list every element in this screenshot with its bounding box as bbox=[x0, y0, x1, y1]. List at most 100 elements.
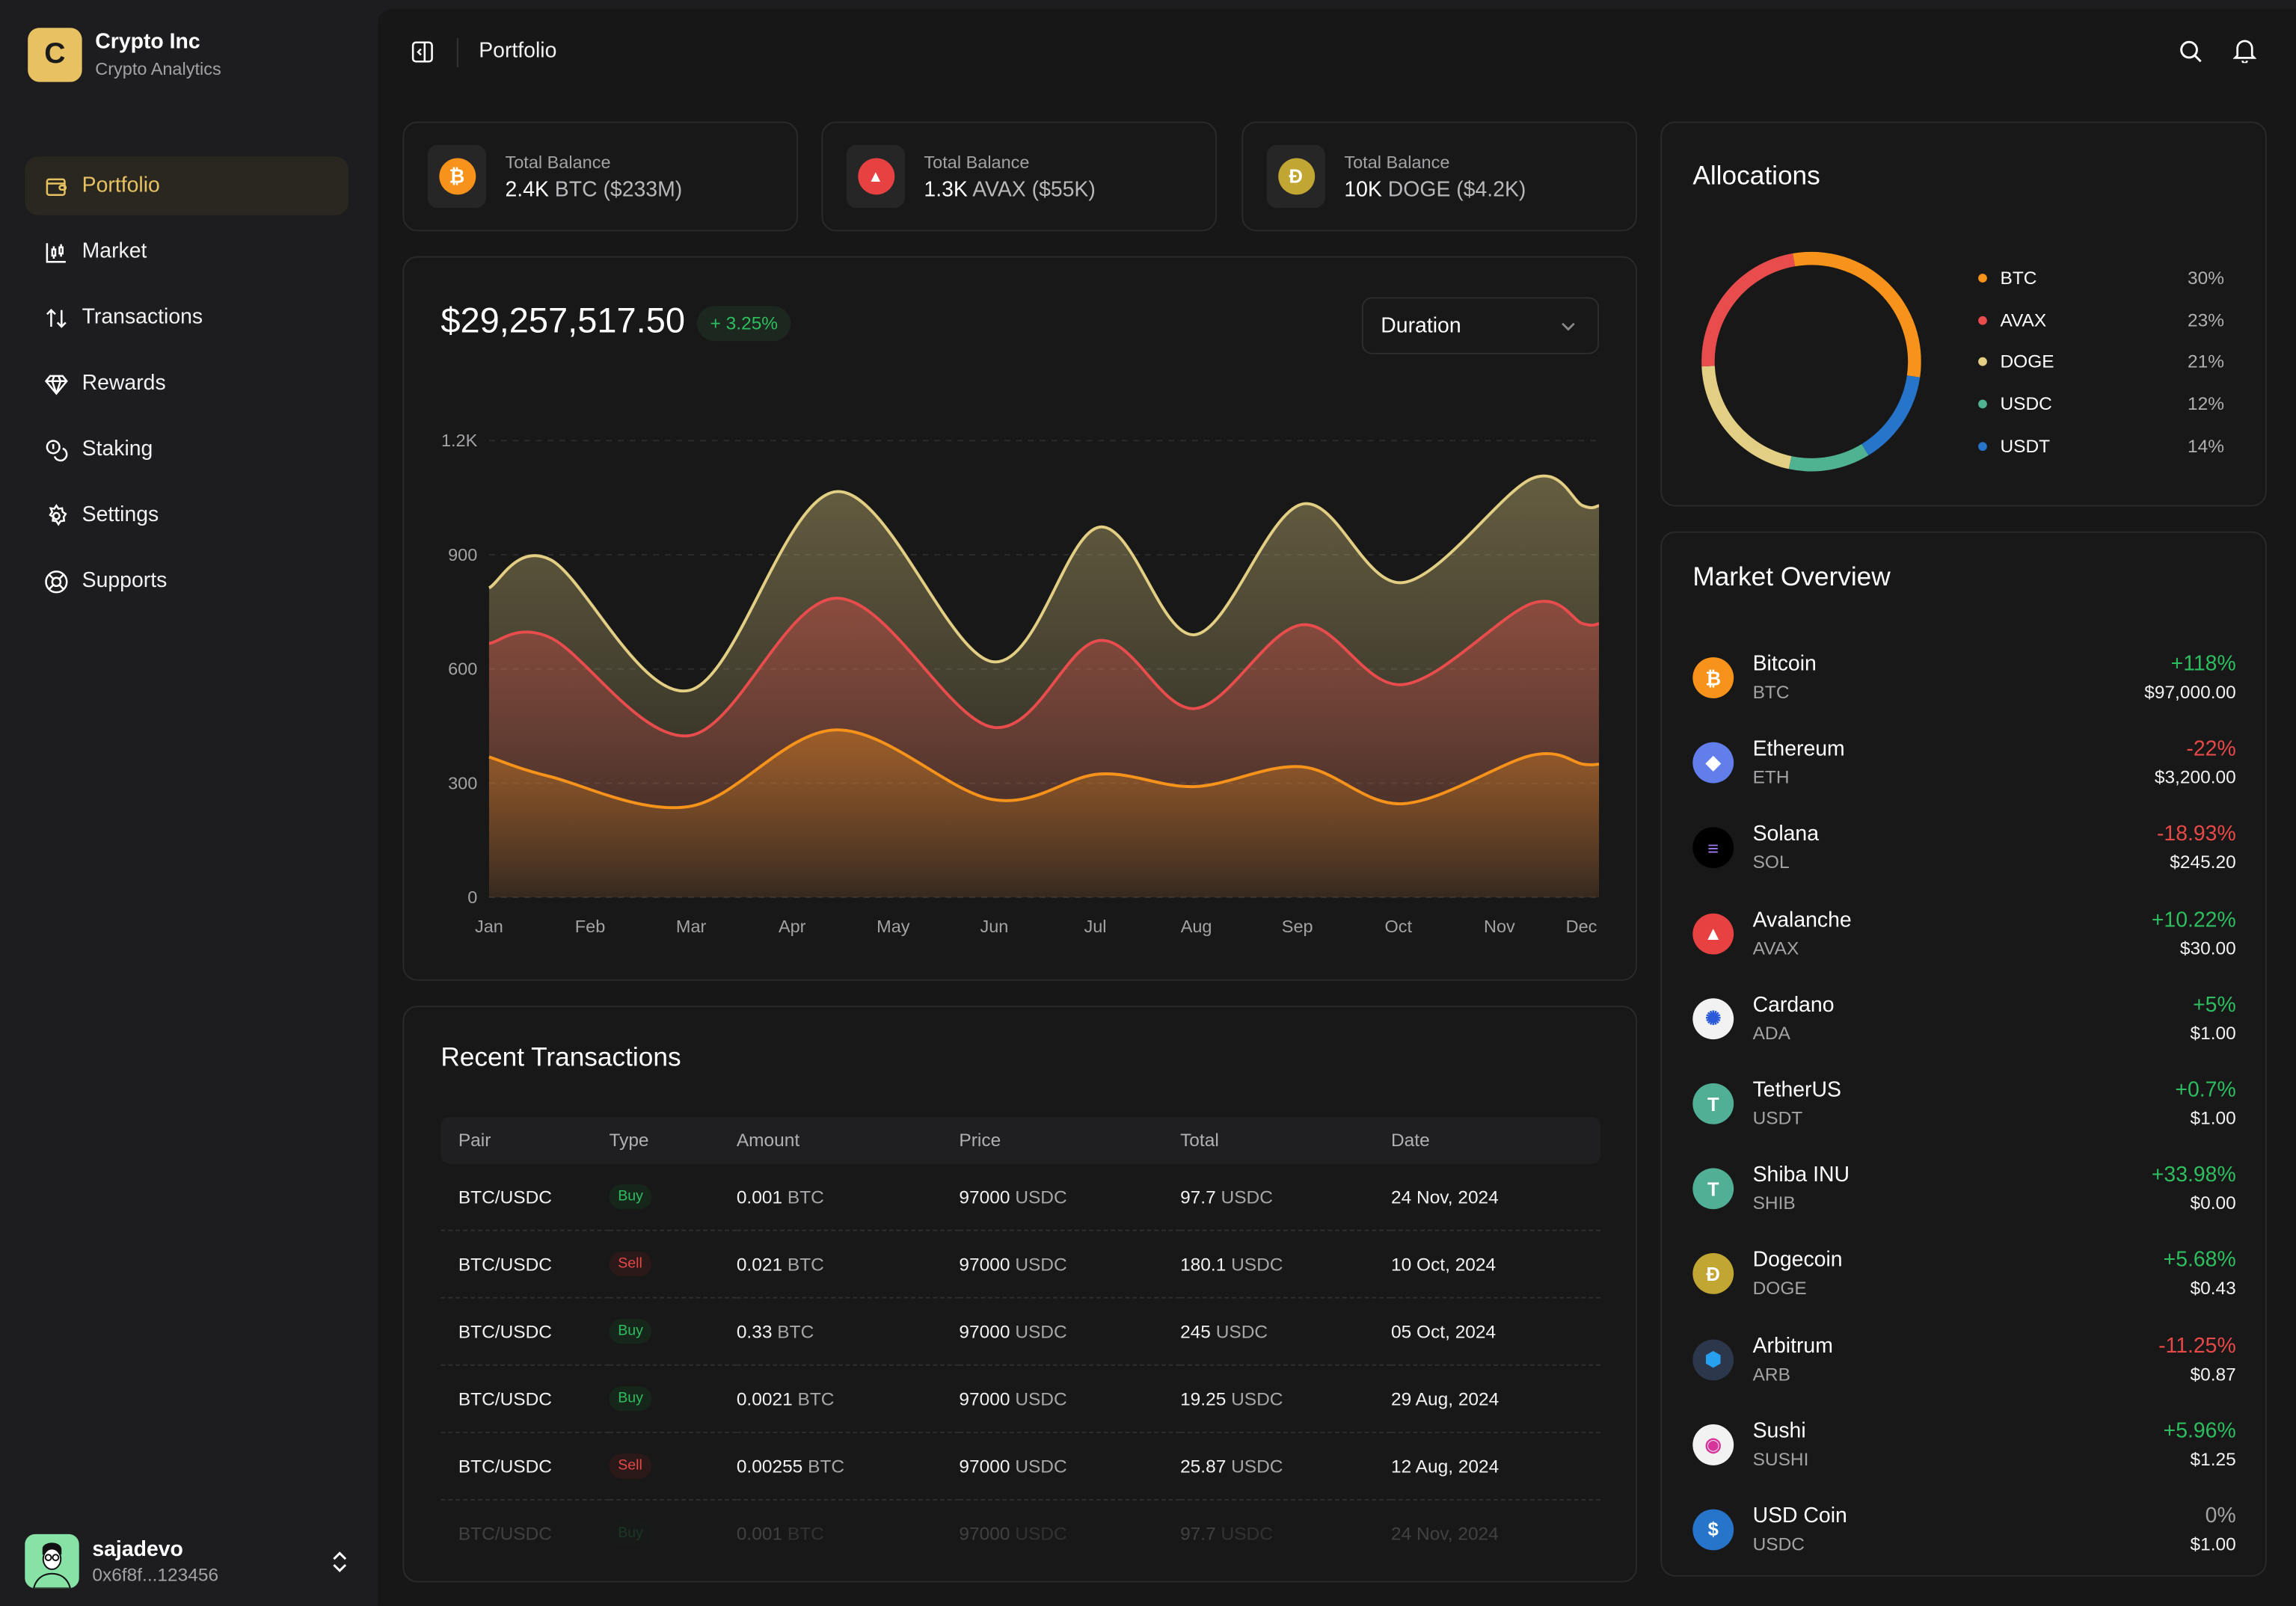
date-cell: 24 Nov, 2024 bbox=[1391, 1163, 1600, 1231]
total-cell: 180.1 USDC bbox=[1180, 1230, 1392, 1299]
portfolio-area-chart: 0 300 600 900 1.2K Jan Feb Mar Apr May Jun Jul Aug Se… bbox=[441, 431, 1600, 936]
market-list-item[interactable]: ▲ Avalanche AVAX +10.22% $30.00 bbox=[1692, 891, 2236, 976]
market-list-item[interactable]: ⬢ Arbitrum ARB -11.25% $0.87 bbox=[1692, 1317, 2236, 1402]
coin-change: -18.93% bbox=[2156, 823, 2236, 847]
table-row[interactable]: BTC/USDC Sell 0.021 BTC 97000 USDC 180.1 USD… bbox=[441, 1230, 1600, 1299]
sidebar-toggle-icon[interactable] bbox=[411, 41, 433, 63]
y-tick-label: 1.2K bbox=[441, 431, 478, 450]
chevron-down-icon bbox=[1562, 322, 1575, 331]
column-header[interactable]: Price bbox=[959, 1117, 1180, 1164]
amount-value: 0.00255 bbox=[736, 1456, 803, 1477]
market-list-item[interactable]: $ USD Coin USDC 0% $1.00 bbox=[1692, 1487, 2236, 1572]
balance-amount: 2.4K bbox=[505, 177, 549, 202]
amount-unit: BTC bbox=[808, 1456, 845, 1477]
table-row[interactable]: BTC/USDC Sell 0.00255 BTC 97000 USDC 25.87 U… bbox=[441, 1432, 1600, 1501]
sidebar-item-supports[interactable]: Supports bbox=[25, 552, 349, 610]
user-menu[interactable]: sajadevo 0x6f8f...123456 bbox=[25, 1533, 350, 1589]
coin-names: Cardano ADA bbox=[1753, 994, 1835, 1044]
portfolio-change-badge: + 3.25% bbox=[696, 306, 791, 342]
market-list-item[interactable]: ₿ Bitcoin BTC +118% $97,000.00 bbox=[1692, 636, 2236, 721]
balance-unit: BTC ($233M) bbox=[554, 177, 683, 202]
coin-name: USD Coin bbox=[1752, 1504, 1847, 1528]
donut-slice-usdc[interactable] bbox=[1788, 443, 1869, 472]
date: 05 Oct, 2024 bbox=[1391, 1321, 1497, 1342]
sidebar-item-market[interactable]: Market bbox=[25, 223, 349, 281]
amount-value: 0.001 bbox=[736, 1186, 783, 1207]
table-row[interactable]: BTC/USDC Buy 0.0021 BTC 97000 USDC 19.25 USD… bbox=[441, 1365, 1600, 1433]
amount-value: 0.0021 bbox=[736, 1388, 793, 1409]
search-icon[interactable] bbox=[2179, 40, 2202, 63]
price-cell: 97000 USDC bbox=[959, 1297, 1181, 1366]
coin-price: $1.25 bbox=[2190, 1448, 2236, 1470]
coin-symbol: ETH bbox=[1752, 767, 1790, 788]
coin-name: Sushi bbox=[1752, 1419, 1806, 1444]
pair: BTC/USDC bbox=[458, 1523, 552, 1544]
market-list-item[interactable]: T Shiba INU SHIB +33.98% $0.00 bbox=[1692, 1146, 2236, 1231]
coin-names: TetherUS USDT bbox=[1753, 1079, 1841, 1129]
price-unit: USDC bbox=[1015, 1456, 1067, 1477]
market-list-item[interactable]: ✺ Cardano ADA +5% $1.00 bbox=[1692, 976, 2236, 1061]
duration-select[interactable]: Duration bbox=[1361, 297, 1600, 354]
legend-item: BTC 30% bbox=[1978, 258, 2224, 300]
coin-price: $0.87 bbox=[2190, 1363, 2236, 1385]
column-header[interactable]: Amount bbox=[737, 1117, 960, 1164]
amount-unit: BTC bbox=[787, 1253, 824, 1275]
sidebar: C Crypto Inc Crypto Analytics Portfolio … bbox=[0, 0, 378, 1606]
column-header[interactable]: Pair bbox=[441, 1117, 609, 1164]
table-row[interactable]: BTC/USDC Buy 0.001 BTC 97000 USDC 97.7 USDC 2… bbox=[441, 1500, 1600, 1566]
donut-slice-avax[interactable] bbox=[1701, 253, 1796, 367]
total-value: 245 bbox=[1180, 1321, 1211, 1342]
market-list-item[interactable]: Ð Dogecoin DOGE +5.68% $0.43 bbox=[1692, 1231, 2236, 1317]
amount-cell: 0.0021 BTC bbox=[736, 1365, 960, 1433]
coin-change: +10.22% bbox=[2151, 908, 2236, 932]
coin-names: Sushi SUSHI bbox=[1753, 1420, 1809, 1470]
divider bbox=[456, 37, 458, 68]
chevrons-up-down-icon[interactable] bbox=[330, 1549, 350, 1572]
column-header[interactable]: Type bbox=[609, 1117, 736, 1164]
usdt-coin-icon: T bbox=[1692, 1083, 1734, 1124]
table-row[interactable]: BTC/USDC Buy 0.33 BTC 97000 USDC 245 USDC 05 … bbox=[441, 1297, 1600, 1366]
total-value: 97.7 bbox=[1180, 1523, 1216, 1544]
price-cell: 97000 USDC bbox=[959, 1500, 1180, 1566]
coin-stats: +118% $97,000.00 bbox=[2144, 653, 2235, 703]
sidebar-item-transactions[interactable]: Transactions bbox=[25, 289, 349, 347]
amount-cell: 0.001 BTC bbox=[737, 1500, 960, 1566]
coins-icon bbox=[46, 439, 68, 461]
market-list-item[interactable]: ≡ Solana SOL -18.93% $245.20 bbox=[1692, 806, 2236, 891]
x-tick-label: May bbox=[877, 917, 910, 936]
market-list-item[interactable]: T TetherUS USDT +0.7% $1.00 bbox=[1692, 1061, 2236, 1146]
sidebar-item-portfolio[interactable]: Portfolio bbox=[25, 156, 349, 215]
balance-label: Total Balance bbox=[505, 151, 611, 173]
donut-slice-usdt[interactable] bbox=[1861, 375, 1921, 456]
coin-name: Ethereum bbox=[1752, 738, 1845, 762]
coin-stats: +33.98% $0.00 bbox=[2152, 1164, 2236, 1214]
donut-slice-btc[interactable] bbox=[1793, 251, 1921, 378]
coin-symbol: AVAX bbox=[1752, 938, 1799, 959]
donut-slice-doge[interactable] bbox=[1701, 366, 1792, 470]
coin-stats: -22% $3,200.00 bbox=[2155, 738, 2236, 788]
sidebar-item-rewards[interactable]: Rewards bbox=[25, 354, 349, 413]
total-cell: 97.7 USDC bbox=[1180, 1163, 1392, 1231]
table-row[interactable]: BTC/USDC Buy 0.001 BTC 97000 USDC 97.7 USDC 2… bbox=[441, 1163, 1600, 1231]
column-header[interactable]: Total bbox=[1180, 1117, 1391, 1164]
total-unit: USDC bbox=[1215, 1321, 1268, 1342]
bell-icon[interactable] bbox=[2232, 38, 2257, 64]
column-header[interactable]: Date bbox=[1391, 1117, 1600, 1164]
doge-coin-icon: Ð bbox=[1692, 1253, 1734, 1295]
sidebar-item-label: Transactions bbox=[82, 306, 203, 330]
price-value: 97000 bbox=[959, 1523, 1010, 1544]
main-content: Portfolio ₿ Total Balance 2.4K BTC ($233… bbox=[378, 8, 2296, 1606]
coin-change: -22% bbox=[2186, 738, 2236, 762]
x-tick-label: Jan bbox=[475, 917, 503, 936]
pair: BTC/USDC bbox=[458, 1253, 552, 1275]
market-list-item[interactable]: ◆ Ethereum ETH -22% $3,200.00 bbox=[1692, 721, 2236, 806]
coin-change: +5% bbox=[2193, 994, 2236, 1018]
coin-symbol: DOGE bbox=[1752, 1279, 1807, 1299]
transactions-table: Pair Type Amount Price Total Date BTC/US… bbox=[441, 1116, 1600, 1566]
sushi-coin-icon: ◉ bbox=[1692, 1424, 1734, 1465]
coin-symbol: USDT bbox=[1752, 1108, 1803, 1129]
coin-icon-box: Ð bbox=[1266, 144, 1325, 209]
market-list-item[interactable]: ◉ Sushi SUSHI +5.96% $1.25 bbox=[1692, 1402, 2236, 1487]
sidebar-item-settings[interactable]: Settings bbox=[25, 486, 349, 544]
sidebar-item-staking[interactable]: Staking bbox=[25, 420, 349, 479]
